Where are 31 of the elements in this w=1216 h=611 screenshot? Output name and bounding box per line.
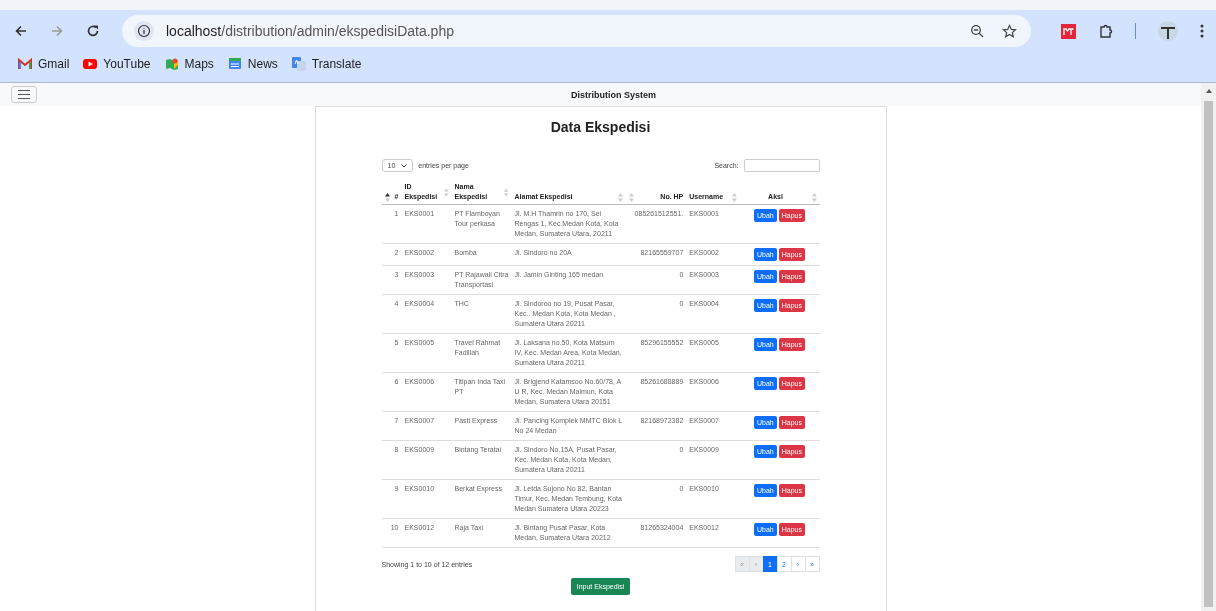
- page-title: Data Ekspedisi: [549, 119, 652, 135]
- scroll-up-icon[interactable]: [1205, 89, 1212, 93]
- info-icon[interactable]: [134, 21, 154, 41]
- zoom-icon[interactable]: [970, 24, 984, 38]
- scroll-thumb[interactable]: [1204, 101, 1213, 607]
- bookmark[interactable]: Translate: [291, 57, 362, 71]
- address-bar[interactable]: localhost/distribution/admin/ekspedisiData.php: [122, 15, 1031, 47]
- reload-icon[interactable]: [86, 24, 100, 38]
- bookmark[interactable]: Gmail: [18, 57, 70, 71]
- menu-icon: [18, 90, 30, 99]
- sort-icon[interactable]: [384, 192, 390, 202]
- bookmark[interactable]: Maps: [164, 57, 214, 71]
- scrollbar[interactable]: [1201, 83, 1216, 611]
- translate-icon: [291, 57, 306, 71]
- extension-logo-icon[interactable]: [1061, 23, 1076, 39]
- puzzle-icon[interactable]: [1098, 23, 1113, 39]
- bookmark[interactable]: YouTube: [83, 57, 151, 71]
- chevron-icon: [401, 163, 408, 168]
- maps-icon: [164, 57, 179, 71]
- back-icon[interactable]: [14, 24, 28, 38]
- news-icon: [227, 57, 242, 71]
- avatar-icon[interactable]: [1158, 21, 1178, 41]
- url-text: localhost/distribution/admin/ekspedisiData.php: [166, 23, 454, 39]
- menu-button[interactable]: [11, 86, 37, 103]
- menu-icon[interactable]: [1200, 24, 1204, 38]
- search-field[interactable]: [743, 159, 820, 172]
- star-icon[interactable]: [1002, 23, 1017, 39]
- app-title: Distribution System: [570, 89, 657, 100]
- bookmark[interactable]: News: [227, 57, 278, 71]
- youtube-icon: [83, 57, 98, 71]
- gmail-icon: [18, 57, 32, 71]
